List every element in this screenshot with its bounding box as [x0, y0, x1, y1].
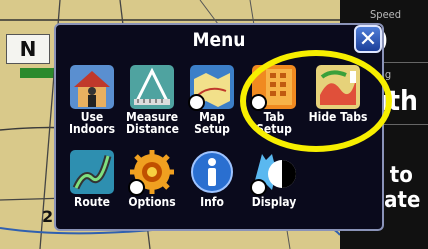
menu-item-use-indoors[interactable]: Use Indoors	[66, 65, 118, 135]
wrench-icon	[250, 179, 267, 196]
menu-item-label: Options	[128, 195, 176, 209]
menu-item-info[interactable]: Info	[186, 150, 238, 208]
options-gear-icon	[128, 150, 174, 196]
speed-label: Speed	[370, 8, 402, 21]
menu-item-label: Route	[74, 195, 110, 209]
measure-distance-icon	[130, 65, 174, 109]
wrench-icon	[188, 94, 205, 111]
map-setup-icon	[188, 65, 234, 111]
wrench-icon	[128, 179, 145, 196]
north-indicator[interactable]: N	[6, 34, 50, 64]
menu-item-map-setup[interactable]: Map Setup	[186, 65, 238, 135]
display-icon	[250, 150, 296, 196]
menu-item-display[interactable]: Display	[248, 150, 300, 208]
menu-item-label: Map Setup	[194, 110, 230, 136]
close-icon: ✕	[358, 27, 378, 52]
house-person-icon	[70, 65, 114, 109]
menu-item-options[interactable]: Options	[126, 150, 178, 208]
close-button[interactable]: ✕	[354, 25, 382, 53]
menu-item-label: Display	[251, 195, 297, 209]
menu-item-label: Info	[200, 195, 224, 209]
map-scale-label: 2	[42, 207, 54, 226]
highlight-ellipse	[240, 50, 392, 152]
menu-item-measure-distance[interactable]: Measure Distance	[126, 65, 179, 136]
info-icon	[190, 150, 234, 194]
route-icon	[70, 150, 114, 194]
menu-item-label: Measure Distance	[126, 110, 179, 136]
menu-item-label: Use Indoors	[68, 110, 116, 136]
menu-item-route[interactable]: Route	[66, 150, 118, 208]
